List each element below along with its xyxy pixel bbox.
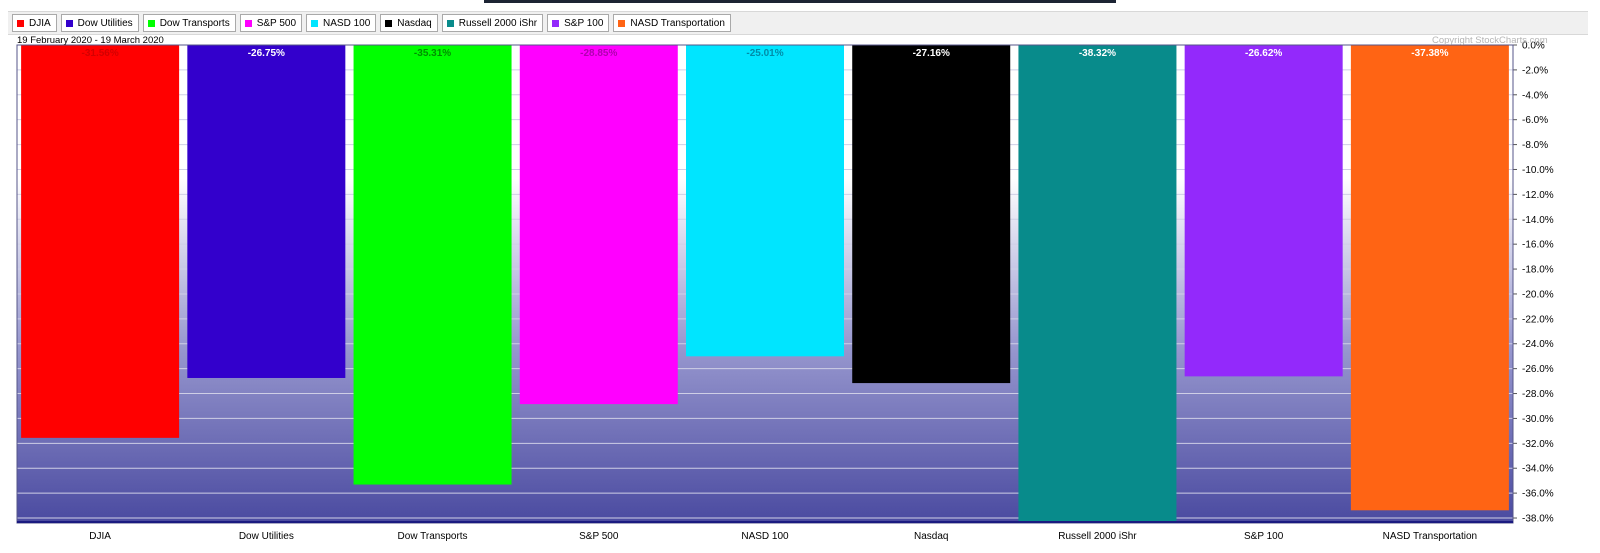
x-tick-label: DJIA — [89, 531, 111, 542]
y-tick-label: -26.0% — [1522, 364, 1554, 375]
x-tick-label: Nasdaq — [914, 531, 948, 542]
y-tick-label: -32.0% — [1522, 439, 1554, 450]
bar-value-label: -26.75% — [248, 48, 285, 59]
bar-nasd-transportation — [1350, 45, 1509, 511]
x-tick-label: S&P 500 — [579, 531, 619, 542]
y-tick-label: -36.0% — [1522, 489, 1554, 500]
period-label: 19 February 2020 - 19 March 2020 — [17, 35, 164, 46]
bar-dow-utilities — [187, 45, 346, 378]
y-tick-label: -38.0% — [1522, 514, 1554, 525]
x-tick-label: Dow Utilities — [239, 531, 294, 542]
y-tick-label: -4.0% — [1522, 90, 1548, 101]
bar-value-label: -28.85% — [580, 48, 617, 59]
bar-s-p-100 — [1184, 45, 1343, 377]
bar-russell-2000-ishr — [1018, 45, 1177, 522]
bar-value-label: -38.32% — [1079, 48, 1116, 59]
bar-value-label: -35.31% — [414, 48, 451, 59]
bar-s-p-500 — [519, 45, 678, 405]
y-tick-label: -6.0% — [1522, 115, 1548, 126]
y-tick-label: -12.0% — [1522, 190, 1554, 201]
bar-value-label: -27.16% — [913, 48, 950, 59]
bar-dow-transports — [353, 45, 512, 485]
x-tick-label: S&P 100 — [1244, 531, 1284, 542]
x-tick-label: NASD 100 — [741, 531, 789, 542]
bar-nasd-100 — [686, 45, 844, 357]
bar-chart: -31.56% -26.75% -35.31% -28.85% -25.01% -27.1… — [16, 41, 1554, 542]
y-tick-label: -22.0% — [1522, 314, 1554, 325]
y-tick-label: -34.0% — [1522, 464, 1554, 475]
x-axis-labels: DJIA Dow Utilities Dow Transports S&P 500 NA… — [89, 531, 1477, 542]
bar-djia — [21, 45, 180, 438]
y-tick-label: -18.0% — [1522, 265, 1554, 276]
bar-value-label: -26.62% — [1245, 48, 1282, 59]
x-tick-label: NASD Transportation — [1383, 531, 1478, 542]
bar-nasdaq — [852, 45, 1011, 384]
copyright-label: Copyright StockCharts.com — [1432, 35, 1548, 46]
y-axis: 0.0%-2.0%-4.0%-6.0%-8.0%-10.0%-12.0%-14.… — [1513, 41, 1554, 525]
y-tick-label: -24.0% — [1522, 339, 1554, 350]
y-tick-label: -2.0% — [1522, 65, 1548, 76]
y-tick-label: -30.0% — [1522, 414, 1554, 425]
bar-value-label: -31.56% — [81, 48, 118, 59]
bar-value-label: -25.01% — [746, 48, 783, 59]
y-tick-label: -20.0% — [1522, 289, 1554, 300]
y-tick-label: -16.0% — [1522, 240, 1554, 251]
y-tick-label: -8.0% — [1522, 140, 1548, 151]
y-tick-label: -28.0% — [1522, 389, 1554, 400]
x-tick-label: Russell 2000 iShr — [1058, 531, 1137, 542]
x-tick-label: Dow Transports — [398, 531, 468, 542]
y-tick-label: -10.0% — [1522, 165, 1554, 176]
bar-value-label: -37.38% — [1411, 48, 1448, 59]
y-tick-label: -14.0% — [1522, 215, 1554, 226]
